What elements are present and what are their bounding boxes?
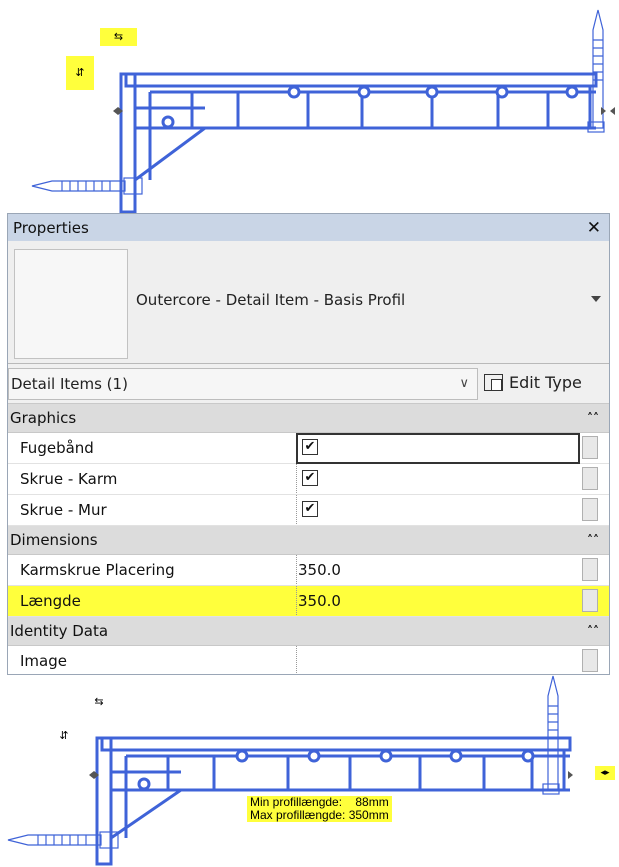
type-name: Outercore - Detail Item - Basis Profil: [136, 291, 406, 309]
associate-parameter-button[interactable]: [582, 589, 598, 612]
group-label: Graphics: [10, 409, 77, 427]
param-name: Skrue - Mur: [20, 501, 107, 519]
properties-title: Properties: [13, 218, 89, 237]
param-name: Karmskrue Placering: [20, 561, 175, 579]
edit-type-icon: [484, 373, 503, 391]
associate-parameter-button[interactable]: [582, 467, 598, 490]
length-tooltip: Min profillængde: 88mm Max profillængde:…: [247, 796, 392, 822]
group-label: Identity Data: [10, 622, 109, 640]
instance-filter-dropdown[interactable]: Detail Items (1) ∨: [8, 368, 478, 400]
group-identity-data[interactable]: Identity Data ˄˄: [8, 617, 609, 646]
chevron-down-icon: ∨: [459, 376, 469, 391]
type-selector[interactable]: Outercore - Detail Item - Basis Profil: [8, 241, 609, 364]
collapse-icon[interactable]: ˄˄: [587, 526, 599, 554]
checkbox-skrue-mur[interactable]: ✔: [302, 501, 318, 517]
param-row-fugebaand[interactable]: Fugebånd ✔: [8, 433, 609, 464]
instance-filter-label: Detail Items (1): [11, 375, 128, 393]
param-row-karmskrue-placering[interactable]: Karmskrue Placering 350.0: [8, 555, 609, 586]
param-value[interactable]: 350.0: [298, 555, 341, 585]
edit-type-label: Edit Type: [509, 372, 582, 392]
collapse-icon[interactable]: ˄˄: [587, 617, 599, 645]
checkbox-skrue-karm[interactable]: ✔: [302, 470, 318, 486]
param-name: Fugebånd: [20, 439, 94, 457]
properties-titlebar: Properties ✕: [8, 214, 609, 241]
tooltip-min-length: Min profillængde: 88mm: [250, 795, 389, 809]
group-graphics[interactable]: Graphics ˄˄: [8, 404, 609, 433]
associate-parameter-button[interactable]: [582, 498, 598, 521]
associate-parameter-button[interactable]: [582, 436, 598, 459]
group-dimensions[interactable]: Dimensions ˄˄: [8, 526, 609, 555]
close-icon[interactable]: ✕: [587, 218, 601, 238]
associate-parameter-button[interactable]: [582, 558, 598, 581]
param-name: Skrue - Karm: [20, 470, 118, 488]
properties-palette: Properties ✕ Outercore - Detail Item - B…: [7, 213, 610, 675]
profile-drawing-top[interactable]: [0, 0, 619, 215]
type-preview-image: [14, 249, 128, 359]
profile-drawing-bottom[interactable]: [0, 668, 619, 867]
param-value[interactable]: 350.0: [298, 586, 341, 616]
param-row-laengde[interactable]: Længde 350.0: [8, 586, 609, 617]
dropdown-arrow-icon[interactable]: [591, 296, 601, 302]
edit-type-button[interactable]: Edit Type: [484, 367, 582, 397]
instance-selector-row: Detail Items (1) ∨ Edit Type: [8, 364, 609, 404]
checkbox-fugebaand[interactable]: ✔: [302, 439, 318, 455]
tooltip-max-length: Max profillængde: 350mm: [250, 808, 389, 822]
collapse-icon[interactable]: ˄˄: [587, 404, 599, 432]
param-row-skrue-mur[interactable]: Skrue - Mur ✔: [8, 495, 609, 526]
group-label: Dimensions: [10, 531, 98, 549]
param-name: Længde: [20, 592, 81, 610]
param-row-skrue-karm[interactable]: Skrue - Karm ✔: [8, 464, 609, 495]
